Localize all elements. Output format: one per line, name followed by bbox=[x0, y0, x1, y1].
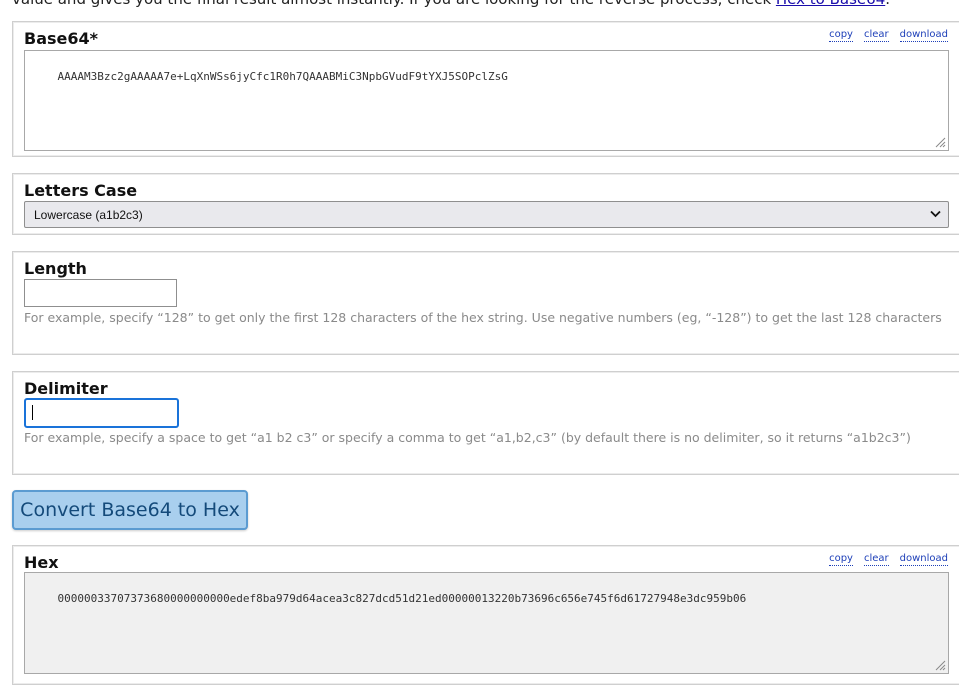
hex-textarea[interactable]: 00000033707373680000000000edef8ba979d64a… bbox=[24, 572, 949, 674]
base64-textarea[interactable]: AAAAM3Bzc2gAAAAA7e+LqXnWSs6jyCfc1R0h7QAA… bbox=[24, 50, 949, 151]
letters-case-select[interactable]: Lowercase (a1b2c3) bbox=[24, 201, 949, 228]
resize-grip-icon[interactable] bbox=[934, 659, 946, 671]
letters-case-selected: Lowercase (a1b2c3) bbox=[34, 208, 143, 222]
intro-sentence: value and gives you the final result alm… bbox=[12, 0, 776, 8]
base64-clear-link[interactable]: clear bbox=[863, 29, 889, 42]
base64-value: AAAAM3Bzc2gAAAAA7e+LqXnWSs6jyCfc1R0h7QAA… bbox=[57, 70, 508, 83]
hex-copy-link[interactable]: copy bbox=[829, 553, 853, 566]
hex-panel: Hex copy clear download 0000003370737368… bbox=[12, 545, 959, 685]
chevron-down-icon bbox=[930, 210, 941, 218]
base64-download-link[interactable]: download bbox=[899, 29, 948, 42]
resize-grip-icon[interactable] bbox=[934, 136, 946, 148]
length-input[interactable] bbox=[24, 279, 177, 307]
letters-case-label: Letters Case bbox=[24, 181, 138, 200]
convert-button[interactable]: Convert Base64 to Hex bbox=[12, 490, 248, 530]
hex-download-link[interactable]: download bbox=[899, 553, 948, 566]
letters-case-panel: Letters Case Lowercase (a1b2c3) bbox=[12, 173, 959, 235]
hex-value: 00000033707373680000000000edef8ba979d64a… bbox=[57, 592, 747, 605]
hex-label: Hex bbox=[24, 553, 59, 572]
delimiter-input[interactable] bbox=[24, 398, 179, 428]
delimiter-hint: For example, specify a space to get “a1 … bbox=[24, 430, 911, 445]
base64-label: Base64* bbox=[24, 29, 98, 48]
text-caret bbox=[32, 405, 33, 420]
length-hint: For example, specify “128” to get only t… bbox=[24, 310, 942, 325]
base64-tools: copy clear download bbox=[829, 29, 948, 42]
hex-clear-link[interactable]: clear bbox=[863, 553, 889, 566]
intro-tail: . bbox=[885, 0, 890, 8]
delimiter-label: Delimiter bbox=[24, 379, 108, 398]
intro-text: value and gives you the final result alm… bbox=[12, 0, 890, 8]
base64-panel: Base64* copy clear download AAAAM3Bzc2gA… bbox=[12, 21, 959, 157]
length-label: Length bbox=[24, 259, 87, 278]
hex-tools: copy clear download bbox=[829, 553, 948, 566]
base64-copy-link[interactable]: copy bbox=[829, 29, 853, 42]
length-panel: Length For example, specify “128” to get… bbox=[12, 251, 959, 355]
hex-to-base64-link[interactable]: Hex to Base64 bbox=[776, 0, 885, 8]
delimiter-panel: Delimiter For example, specify a space t… bbox=[12, 371, 959, 475]
